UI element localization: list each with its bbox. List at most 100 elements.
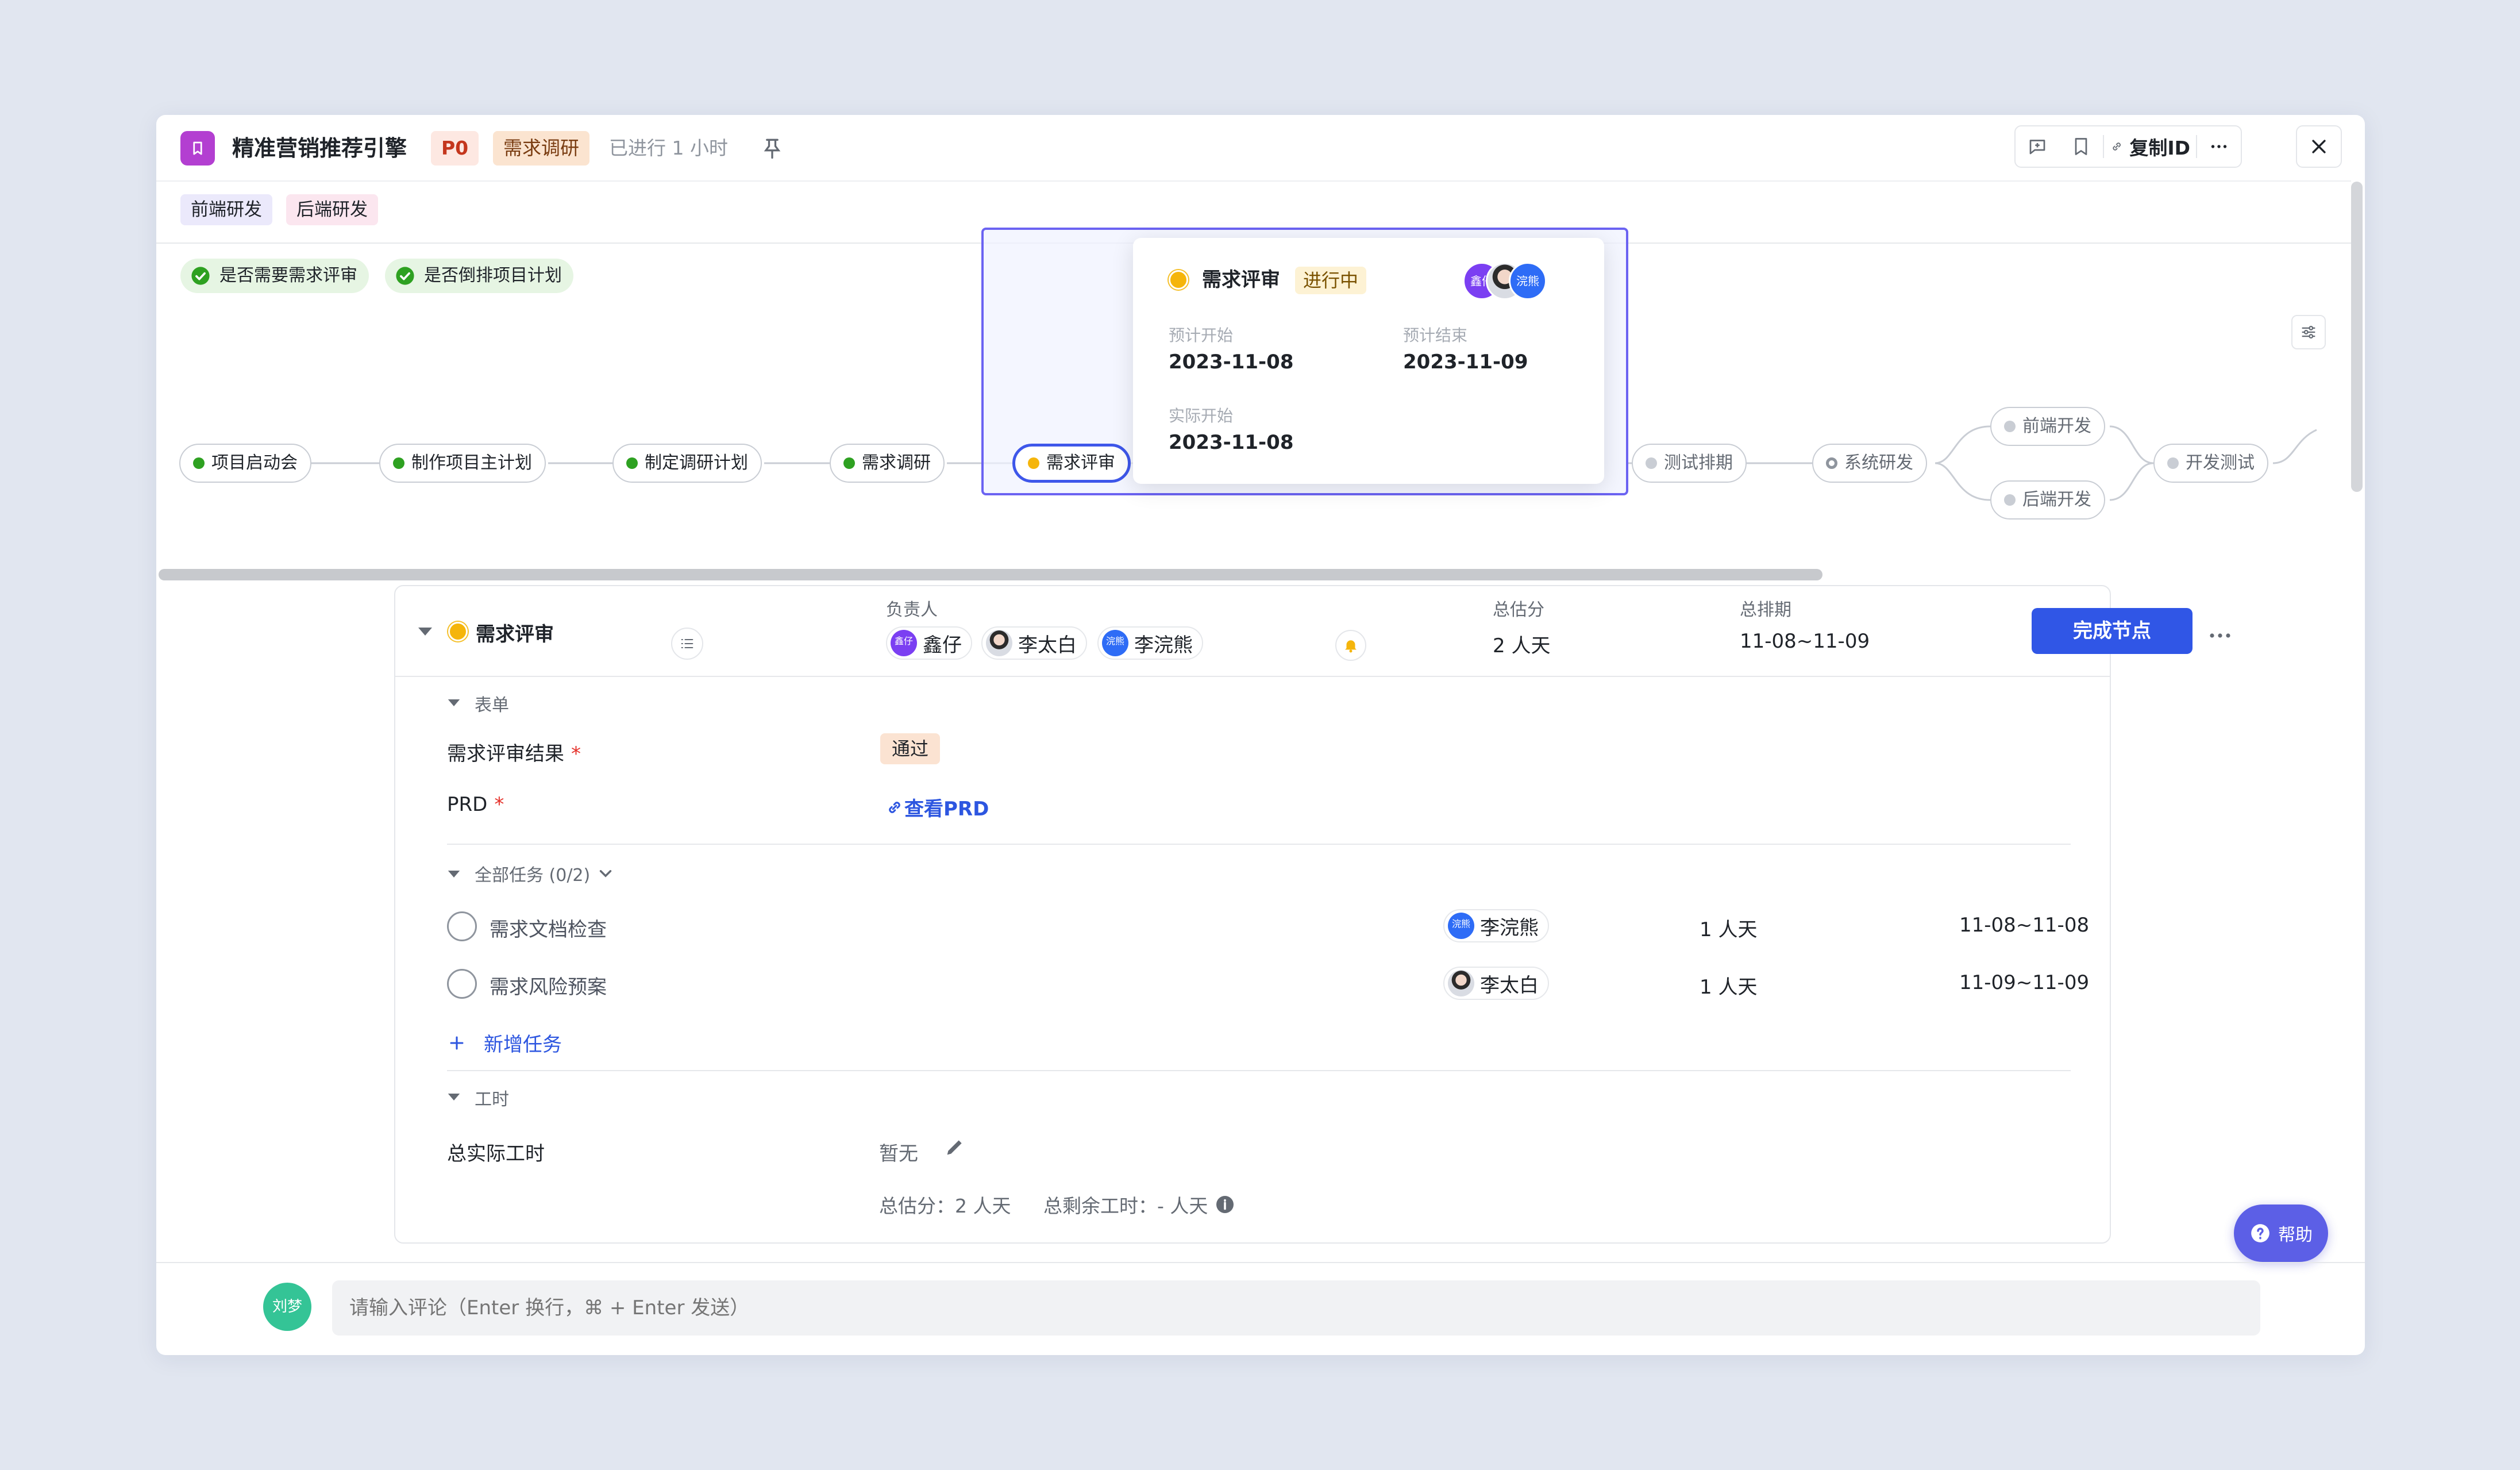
flow-node-label: 开发测试 (2186, 453, 2255, 473)
task-range: 11-09~11-09 (1959, 971, 2090, 994)
node-list-button[interactable] (671, 628, 703, 660)
estimate-label: 总估分 (1493, 600, 1544, 620)
status-dot (1646, 457, 1657, 469)
assignee-name: 李浣熊 (1480, 916, 1539, 940)
estimate-value: 2 人天 (1493, 634, 1551, 657)
status-dot (843, 457, 855, 469)
owner-chip[interactable]: 李太白 (981, 626, 1087, 660)
flow-node-label: 后端开发 (2022, 490, 2091, 510)
flow-node-label: 制定调研计划 (645, 453, 748, 473)
node-detail-card: 需求评审 负责人 鑫仔 鑫仔 李太白 浣熊 李浣熊 总估分 2 人天 总排期 1… (394, 585, 2230, 1244)
task-name[interactable]: 需求文档检查 (490, 914, 607, 942)
status-dot (1169, 270, 1188, 290)
section-divider (447, 1070, 2071, 1071)
flow-node-review[interactable]: 需求评审 (1012, 444, 1131, 483)
flow-node-label: 需求评审 (1046, 453, 1115, 473)
status-dot (626, 457, 638, 469)
task-checkbox[interactable] (447, 969, 477, 999)
comment-input[interactable] (332, 1280, 2260, 1336)
horizontal-scrollbar[interactable] (159, 569, 1822, 580)
status-dot (1826, 457, 1837, 469)
hours-section-title: 工时 (475, 1090, 509, 1110)
flow-node-research[interactable]: 需求调研 (830, 444, 945, 483)
owner-name: 鑫仔 (923, 633, 962, 657)
task-name[interactable]: 需求风险预案 (490, 971, 607, 999)
schedule-label: 总排期 (1740, 600, 1791, 620)
help-button[interactable]: 帮助 (2234, 1205, 2328, 1262)
avatar: 鑫仔 (891, 630, 917, 656)
flow-node-master-plan[interactable]: 制作项目主计划 (379, 444, 546, 483)
plan-start-value: 2023-11-08 (1169, 351, 1294, 374)
avatar (1448, 970, 1474, 996)
node-name: 需求评审 (476, 623, 554, 646)
list-icon (681, 638, 693, 649)
sliders-icon (2302, 325, 2315, 339)
tooltip-node-name: 需求评审 (1202, 268, 1280, 291)
collapse-caret-icon[interactable] (448, 871, 460, 878)
task-checkbox[interactable] (447, 911, 477, 941)
avatar: 浣熊 (1102, 630, 1128, 656)
question-circle-icon (2251, 1224, 2269, 1242)
vertical-scrollbar[interactable] (2351, 182, 2363, 492)
plan-end-label: 预计结束 (1403, 326, 1468, 345)
avatar (986, 630, 1012, 656)
info-icon[interactable] (1215, 1194, 1235, 1215)
complete-node-button[interactable]: 完成节点 (2032, 608, 2193, 654)
status-dot (2004, 494, 2016, 506)
review-result-value[interactable]: 通过 (880, 733, 941, 764)
avatar: 浣熊 (1509, 262, 1547, 300)
edit-hours-button[interactable] (943, 1136, 966, 1161)
total-hours-value: 暂无 (879, 1142, 918, 1165)
collapse-caret-icon[interactable] (418, 628, 432, 636)
collapse-caret-icon[interactable] (448, 699, 460, 706)
flow-node-backend-dev[interactable]: 后端开发 (1990, 480, 2105, 519)
card-more-button[interactable] (2206, 622, 2234, 652)
status-dot (2004, 421, 2016, 432)
flow-node-label: 系统研发 (1844, 453, 1913, 473)
task-assignee-chip[interactable]: 浣熊 李浣熊 (1443, 909, 1549, 942)
flow-node-test-schedule[interactable]: 测试排期 (1632, 444, 1747, 483)
avatar: 浣熊 (1448, 913, 1474, 939)
view-prd-link[interactable]: 查看PRD (885, 793, 989, 821)
owner-name: 李浣熊 (1134, 633, 1193, 657)
hours-remaining-summary: 总剩余工时：- 人天 (1043, 1191, 1235, 1218)
flow-node-frontend-dev[interactable]: 前端开发 (1990, 407, 2105, 446)
hours-estimate-summary: 总估分：2 人天 (879, 1195, 1011, 1217)
node-tooltip: 需求评审 进行中 鑫仔 浣熊 预计开始 2023-11-08 预计结束 2023… (1133, 238, 1604, 484)
status-badge: 进行中 (1295, 267, 1367, 294)
plus-icon (450, 1036, 464, 1049)
prd-label: PRD * (447, 793, 504, 816)
status-dot (193, 457, 205, 469)
owner-label: 负责人 (886, 600, 938, 620)
actual-start-value: 2023-11-08 (1169, 431, 1294, 454)
task-effort: 1 人天 (1700, 918, 1758, 941)
flow-settings-button[interactable] (2291, 315, 2326, 349)
status-dot (448, 622, 468, 641)
task-effort: 1 人天 (1700, 976, 1758, 999)
flow-node-label: 前端开发 (2022, 416, 2091, 436)
reminder-button[interactable] (1335, 630, 1366, 661)
task-range: 11-08~11-08 (1959, 914, 2090, 937)
tasks-section-title[interactable]: 全部任务 (0/2) (475, 861, 615, 886)
add-task-button[interactable]: 新增任务 (447, 1029, 562, 1057)
flow-node-research-plan[interactable]: 制定调研计划 (612, 444, 762, 483)
avatar: 刘梦 (263, 1283, 311, 1331)
owner-chip[interactable]: 浣熊 李浣熊 (1097, 626, 1203, 660)
flow-node-dev-test[interactable]: 开发测试 (2153, 444, 2268, 483)
assignee-name: 李太白 (1480, 973, 1539, 997)
more-horizontal-icon (2210, 633, 2230, 638)
chevron-down-icon (600, 870, 612, 878)
bell-icon (1345, 640, 1357, 653)
link-icon (889, 801, 900, 813)
flow-node-system-dev[interactable]: 系统研发 (1812, 444, 1927, 483)
owner-chip[interactable]: 鑫仔 鑫仔 (886, 626, 972, 660)
flow-node-label: 需求调研 (862, 453, 931, 473)
task-assignee-chip[interactable]: 李太白 (1443, 967, 1549, 1000)
flow-node-kickoff[interactable]: 项目启动会 (179, 444, 311, 483)
plan-start-label: 预计开始 (1169, 326, 1234, 345)
status-dot (393, 457, 404, 469)
total-hours-label: 总实际工时 (447, 1142, 545, 1165)
review-result-label: 需求评审结果 * (447, 742, 581, 765)
section-divider (447, 844, 2071, 845)
collapse-caret-icon[interactable] (448, 1094, 460, 1100)
